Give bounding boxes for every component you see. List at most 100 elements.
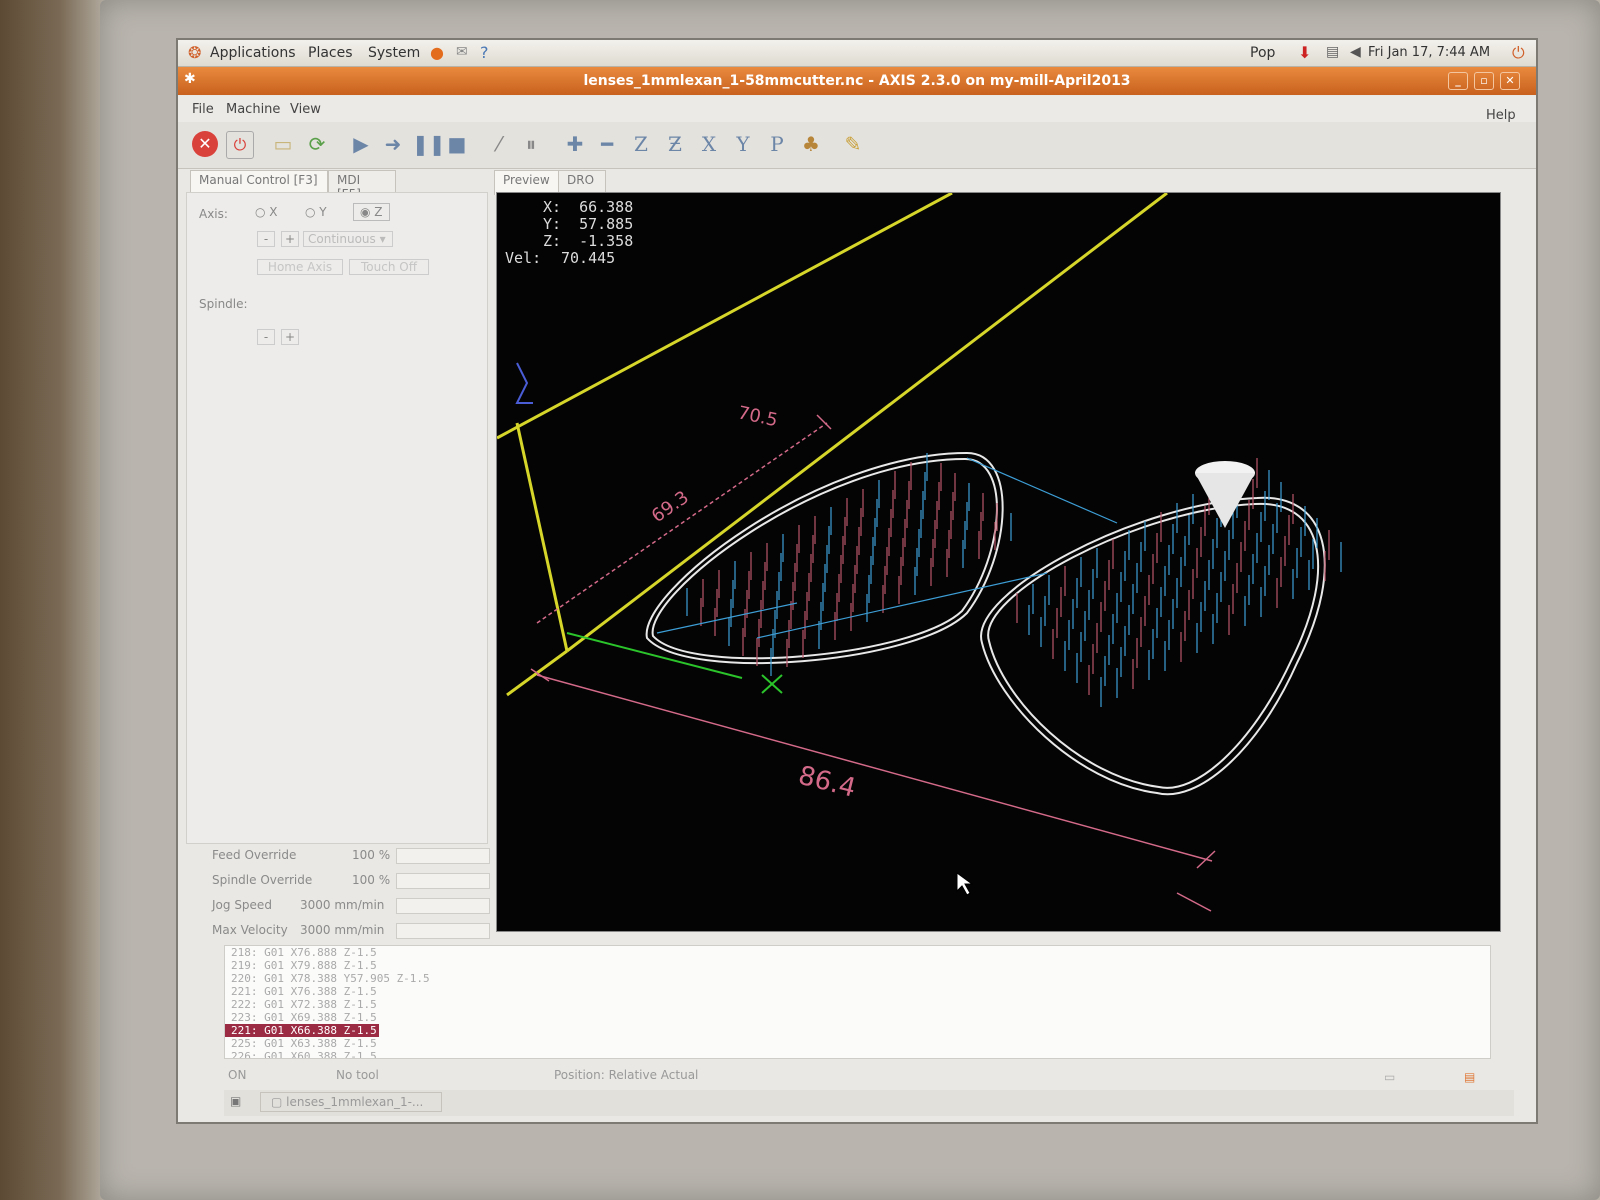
spindle-override-slider[interactable] — [396, 873, 490, 889]
stop-icon[interactable]: ■ — [444, 131, 470, 157]
view-y-icon[interactable]: Y — [730, 131, 756, 157]
file-menu[interactable]: File — [192, 102, 214, 117]
axis-y-label: Y — [319, 205, 327, 219]
lens-left-outline — [645, 451, 1004, 665]
dro-x-value: 66.388 — [579, 198, 634, 216]
view-z2-icon[interactable]: Ƶ — [662, 131, 688, 157]
gcode-line[interactable]: 220: G01 X78.388 Y57.905 Z-1.5 — [225, 972, 1490, 985]
step-icon[interactable]: ➜ — [380, 131, 406, 157]
gcode-line[interactable]: 226: G01 X60.388 Z-1.5 — [225, 1050, 1490, 1058]
update-icon[interactable]: ⬇ — [1298, 43, 1311, 62]
pause-icon[interactable]: ❚❚ — [412, 131, 446, 157]
spindle-plus-button[interactable]: + — [281, 329, 299, 345]
help-menu[interactable]: Help — [1486, 108, 1516, 123]
zoom-out-icon[interactable]: ━ — [594, 131, 620, 157]
power-menu-icon[interactable]: ⏻ — [1512, 43, 1525, 63]
places-menu[interactable]: Places — [308, 45, 353, 61]
max-velocity-label: Max Velocity — [212, 923, 288, 937]
view-p-icon[interactable]: P — [764, 131, 790, 157]
reload-icon[interactable]: ⟳ — [304, 131, 330, 157]
axis-y-radio[interactable]: ○ Y — [305, 205, 327, 219]
optionalstop-icon[interactable]: ⏸ — [518, 131, 544, 157]
clear-icon[interactable]: ✎ — [840, 131, 866, 157]
open-icon[interactable]: ▭ — [270, 131, 296, 157]
jog-speed-label: Jog Speed — [212, 898, 272, 912]
jog-speed-slider[interactable] — [396, 898, 490, 914]
show-desktop-icon[interactable]: ▣ — [230, 1094, 241, 1108]
volume-icon[interactable]: ◀ — [1350, 44, 1361, 60]
max-velocity-slider[interactable] — [396, 923, 490, 939]
bottom-taskbar: ▣ ▢ lenses_1mmlexan_1-... ▭ ▤ — [224, 1070, 1514, 1116]
dimension-b-label: 69.3 — [648, 487, 693, 527]
jog-mode-select[interactable]: Continuous ▾ — [303, 231, 393, 247]
dro-x-label: X: — [542, 198, 561, 216]
gcode-line[interactable]: 223: G01 X69.388 Z-1.5 — [225, 1011, 1490, 1024]
z-axis-mark — [515, 362, 533, 404]
help-icon[interactable]: ? — [480, 43, 489, 62]
workspace-icon[interactable]: ▭ — [1384, 1070, 1395, 1084]
dro-readout: X: 66.388 Y: 57.885 Z: -1.358 Vel: 70.445 — [505, 199, 633, 267]
blockdelete-icon[interactable]: ⁄ — [486, 131, 512, 157]
menubar: File Machine View Help — [178, 96, 1536, 123]
run-icon[interactable]: ▶ — [348, 131, 374, 157]
gcode-listing[interactable]: 218: G01 X76.888 Z-1.5 219: G01 X79.888 Z… — [224, 945, 1491, 1059]
gnome-foot-icon[interactable]: ❂ — [188, 43, 201, 62]
gcode-line[interactable]: 219: G01 X79.888 Z-1.5 — [225, 959, 1490, 972]
preview-viewport[interactable]: 70.5 69.3 86.4 X: 66.388 Y: 57.885 Z: -1… — [496, 192, 1501, 932]
taskbar-item-axis[interactable]: ▢ lenses_1mmlexan_1-... — [260, 1092, 442, 1112]
gcode-line[interactable]: 221: G01 X76.388 Z-1.5 — [225, 985, 1490, 998]
axis-z-radio[interactable]: ◉ Z — [353, 203, 390, 221]
jog-plus-button[interactable]: + — [281, 231, 299, 247]
system-menu[interactable]: System — [368, 45, 420, 61]
firefox-icon[interactable]: ● — [430, 43, 444, 62]
dro-z: Z: -1.358 — [505, 233, 633, 250]
dro-vel-value: 70.445 — [561, 249, 616, 267]
screen: ❂ Applications Places System ● ✉ ? Pop ⬇… — [176, 38, 1538, 1124]
feed-override-slider[interactable] — [396, 848, 490, 864]
tool-cone — [1195, 461, 1255, 528]
gcode-line[interactable]: 222: G01 X72.388 Z-1.5 — [225, 998, 1490, 1011]
minimize-button[interactable]: _ — [1448, 72, 1468, 90]
position-mode: Position: Relative Actual — [554, 1068, 699, 1082]
toolbar: ✕ ⏻ ▭ ⟳ ▶ ➜ ❚❚ ■ ⁄ ⏸ ✚ ━ Z Ƶ X Y P ♣ ✎ — [178, 122, 1536, 169]
dimension-c-label: 86.4 — [795, 761, 858, 804]
machine-menu[interactable]: Machine — [226, 102, 280, 117]
clock[interactable]: Fri Jan 17, 7:44 AM — [1368, 45, 1490, 60]
rotate-icon[interactable]: ♣ — [798, 131, 824, 157]
window-title: lenses_1mmlexan_1-58mmcutter.nc - AXIS 2… — [583, 73, 1131, 89]
jog-minus-button[interactable]: - — [257, 231, 275, 247]
indicator-label[interactable]: Pop — [1250, 45, 1275, 61]
view-menu[interactable]: View — [290, 102, 321, 117]
toolpath-lens-right — [1016, 458, 1342, 707]
close-button[interactable]: ✕ — [1500, 72, 1520, 90]
dro-z-value: -1.358 — [579, 232, 634, 250]
mouse-pointer-icon — [956, 872, 974, 896]
axis-x-label: X — [269, 205, 278, 219]
dro-y-label: Y: — [542, 215, 561, 233]
estop-icon[interactable]: ✕ — [192, 131, 218, 157]
feed-override-value: 100 % — [352, 848, 391, 862]
jog-speed-row: Jog Speed 3000 mm/min — [212, 898, 490, 914]
mail-icon[interactable]: ✉ — [456, 44, 468, 60]
spindle-minus-button[interactable]: - — [257, 329, 275, 345]
feed-override-row: Feed Override 100 % — [212, 848, 490, 864]
home-axis-button[interactable]: Home Axis — [257, 259, 343, 275]
trash-icon[interactable]: ▤ — [1464, 1070, 1475, 1084]
dimension-a-label: 70.5 — [736, 402, 780, 431]
gcode-line[interactable]: 225: G01 X63.388 Z-1.5 — [225, 1037, 1490, 1050]
spindle-override-row: Spindle Override 100 % — [212, 873, 490, 889]
gcode-line-active[interactable]: 221: G01 X66.388 Z-1.5 — [225, 1024, 379, 1037]
view-x-icon[interactable]: X — [696, 131, 722, 157]
network-icon[interactable]: ▤ — [1326, 44, 1339, 60]
axis-x-radio[interactable]: ○ X — [255, 205, 278, 219]
origin-marker — [761, 674, 783, 694]
maximize-button[interactable]: ▫ — [1474, 72, 1494, 90]
toolpath-plot: 70.5 69.3 86.4 — [497, 193, 1342, 912]
touch-off-button[interactable]: Touch Off — [349, 259, 429, 275]
gcode-line[interactable]: 218: G01 X76.888 Z-1.5 — [225, 946, 1490, 959]
zoom-in-icon[interactable]: ✚ — [562, 131, 588, 157]
view-z-icon[interactable]: Z — [628, 131, 654, 157]
window-titlebar[interactable]: ✱ lenses_1mmlexan_1-58mmcutter.nc - AXIS… — [178, 67, 1536, 95]
applications-menu[interactable]: Applications — [210, 45, 296, 61]
power-icon[interactable]: ⏻ — [226, 131, 254, 159]
